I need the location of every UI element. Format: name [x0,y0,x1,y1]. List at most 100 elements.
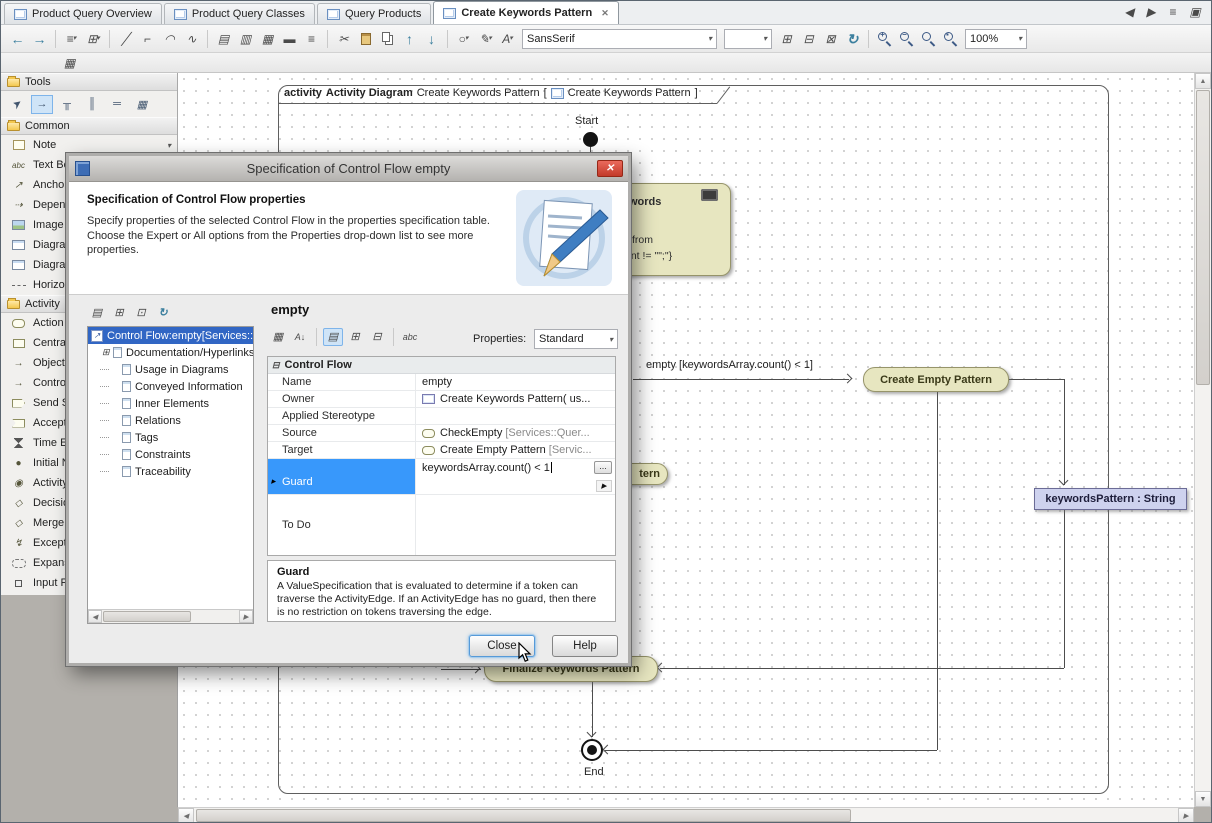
show-description-button[interactable]: ▤ [323,328,343,346]
dialog-title-bar[interactable]: Specification of Control Flow empty ✕ [69,156,628,182]
matrix-tool-button[interactable]: ▦ [131,95,153,114]
path-curved-button[interactable]: ◠ [159,28,180,49]
edge-guard-label[interactable]: empty [keywordsArray.count() < 1] [646,359,813,371]
tree-node-documentation[interactable]: ⊞Documentation/Hyperlinks [88,344,253,361]
scroll-left-button[interactable]: ◀ [178,808,194,823]
align-shapes-button[interactable]: ▤ [213,28,234,49]
property-value[interactable]: CheckEmpty[Services::Quer... [415,425,615,441]
tabs-scroll-right-button[interactable]: ▶ [1143,4,1159,20]
clone-view-button[interactable]: ⊡ [131,304,151,322]
sort-alphabetically-button[interactable]: A↓ [290,328,310,346]
expand-all-button[interactable]: ⊞ [345,328,365,346]
object-flow-edge[interactable] [660,668,1064,669]
spell-check-button[interactable]: abc [400,328,420,346]
guard-more-button[interactable]: ... [594,461,612,474]
property-value[interactable]: empty [415,374,615,390]
tree-node-control-flow-empty[interactable]: ↗ Control Flow:empty[Services:: [88,327,253,344]
zoom-in-button[interactable]: + [874,28,895,49]
object-flow-edge[interactable] [1009,379,1065,380]
scroll-up-button[interactable]: ▲ [1195,73,1211,89]
categorized-view-button[interactable]: ▦ [268,328,288,346]
show-containment-button[interactable]: ≡▾ [61,28,82,49]
property-value[interactable]: Create Keywords Pattern( us... [415,391,615,407]
dialog-close-button[interactable]: ✕ [597,160,623,177]
fill-color-button[interactable]: ○▾ [453,28,474,49]
tree-node-tags[interactable]: Tags [88,429,253,446]
property-value[interactable] [415,408,615,424]
remove-shape-button[interactable]: ⊟ [798,28,819,49]
layout-diagram-button[interactable]: ≡ [301,28,322,49]
create-empty-pattern-node[interactable]: Create Empty Pattern [863,367,1009,392]
control-flow-edge[interactable] [605,750,937,751]
collapse-group-icon[interactable]: ⊟ [272,360,280,371]
font-size-select[interactable]: ▾ [724,29,772,49]
tab-product-query-classes[interactable]: Product Query Classes [164,3,315,24]
maximize-button[interactable]: ▣ [1187,4,1203,20]
add-related-elements-button[interactable]: ⊞▾ [83,28,104,49]
zoom-level-select[interactable]: 100% ▾ [965,29,1027,49]
tab-create-keywords-pattern[interactable]: Create Keywords Pattern ✕ [433,1,618,24]
collapse-all-button[interactable]: ⊟ [367,328,387,346]
tab-query-products[interactable]: Query Products [317,3,431,24]
vertical-scrollbar[interactable]: ▲ ▼ [1194,73,1211,807]
cut-button[interactable]: ✂ [333,28,354,49]
distribute-shapes-button[interactable]: ▥ [235,28,256,49]
scroll-left-button[interactable]: ◀ [88,610,102,623]
guard-value-editor[interactable]: keywordsArray.count() < 1 ... ▶ [415,459,615,494]
help-button[interactable]: Help [552,635,618,657]
horizontal-scroll-thumb[interactable] [196,809,851,822]
object-flow-edge[interactable] [1064,510,1065,668]
common-section-header[interactable]: Common [1,117,177,135]
scroll-right-button[interactable]: ▶ [239,610,253,623]
view-table-button[interactable]: ▤ [87,304,107,322]
vertical-scroll-thumb[interactable] [1196,90,1210,385]
property-row-applied-stereotype[interactable]: Applied Stereotype [268,408,615,425]
move-up-button[interactable]: ↑ [399,28,420,49]
move-down-button[interactable]: ↓ [421,28,442,49]
collapse-shape-button[interactable]: ⊠ [820,28,841,49]
font-color-button[interactable]: A▾ [497,28,518,49]
make-same-size-button[interactable]: ▬ [279,28,300,49]
control-flow-edge[interactable] [633,379,849,380]
tree-horizontal-scrollbar[interactable]: ◀ ▶ [88,609,253,623]
expander-icon[interactable]: ⊞ [102,347,113,358]
containment-tool-button[interactable]: ╥ [56,95,78,114]
property-row-owner[interactable]: Owner Create Keywords Pattern( us... [268,391,615,408]
path-oblique-button[interactable]: ╱ [115,28,136,49]
tree-node-inner-elements[interactable]: Inner Elements [88,395,253,412]
property-row-guard[interactable]: ▸ Guard keywordsArray.count() < 1 ... ▶ [268,459,615,495]
tree-node-conveyed-information[interactable]: Conveyed Information [88,378,253,395]
control-flow-tool-button[interactable]: → [31,95,53,114]
property-group-header[interactable]: ⊟ Control Flow [268,357,615,374]
tools-section-header[interactable]: Tools [1,73,177,91]
property-value[interactable]: Create Empty Pattern[Servic... [415,442,615,458]
paste-button[interactable] [355,28,376,49]
font-family-select[interactable]: SansSerif ▾ [522,29,717,49]
insert-shape-button[interactable]: ⊞ [776,28,797,49]
specification-tree[interactable]: ↗ Control Flow:empty[Services:: ⊞Documen… [87,326,254,624]
layout-grid-button[interactable]: ▦ [257,28,278,49]
refresh-button[interactable]: ↻ [842,28,863,49]
property-value[interactable] [415,495,615,555]
tree-scroll-thumb[interactable] [103,611,191,622]
control-flow-edge[interactable] [937,392,938,750]
scroll-right-button[interactable]: ▶ [1178,808,1194,823]
selection-tool-button[interactable]: ➤ [6,95,28,114]
copy-button[interactable] [377,28,398,49]
tree-node-usage-in-diagrams[interactable]: Usage in Diagrams [88,361,253,378]
tab-product-query-overview[interactable]: Product Query Overview [4,3,162,24]
property-row-target[interactable]: Target Create Empty Pattern[Servic... [268,442,615,459]
scroll-down-button[interactable]: ▼ [1195,791,1211,807]
property-row-source[interactable]: Source CheckEmpty[Services::Quer... [268,425,615,442]
frame-header[interactable]: activity Activity Diagram Create Keyword… [284,87,698,99]
path-spline-button[interactable]: ∿ [181,28,202,49]
zoom-out-button[interactable]: − [896,28,917,49]
tree-node-traceability[interactable]: Traceability [88,463,253,480]
guard-expand-button[interactable]: ▶ [596,480,612,492]
horizontal-swimlane-tool-button[interactable]: ═ [106,95,128,114]
pen-color-button[interactable]: ✎▾ [475,28,496,49]
object-flow-edge[interactable] [1064,379,1065,485]
tree-node-relations[interactable]: Relations [88,412,253,429]
view-tree-button[interactable]: ⊞ [109,304,129,322]
keywords-pattern-object-node[interactable]: keywordsPattern : String [1034,488,1187,510]
